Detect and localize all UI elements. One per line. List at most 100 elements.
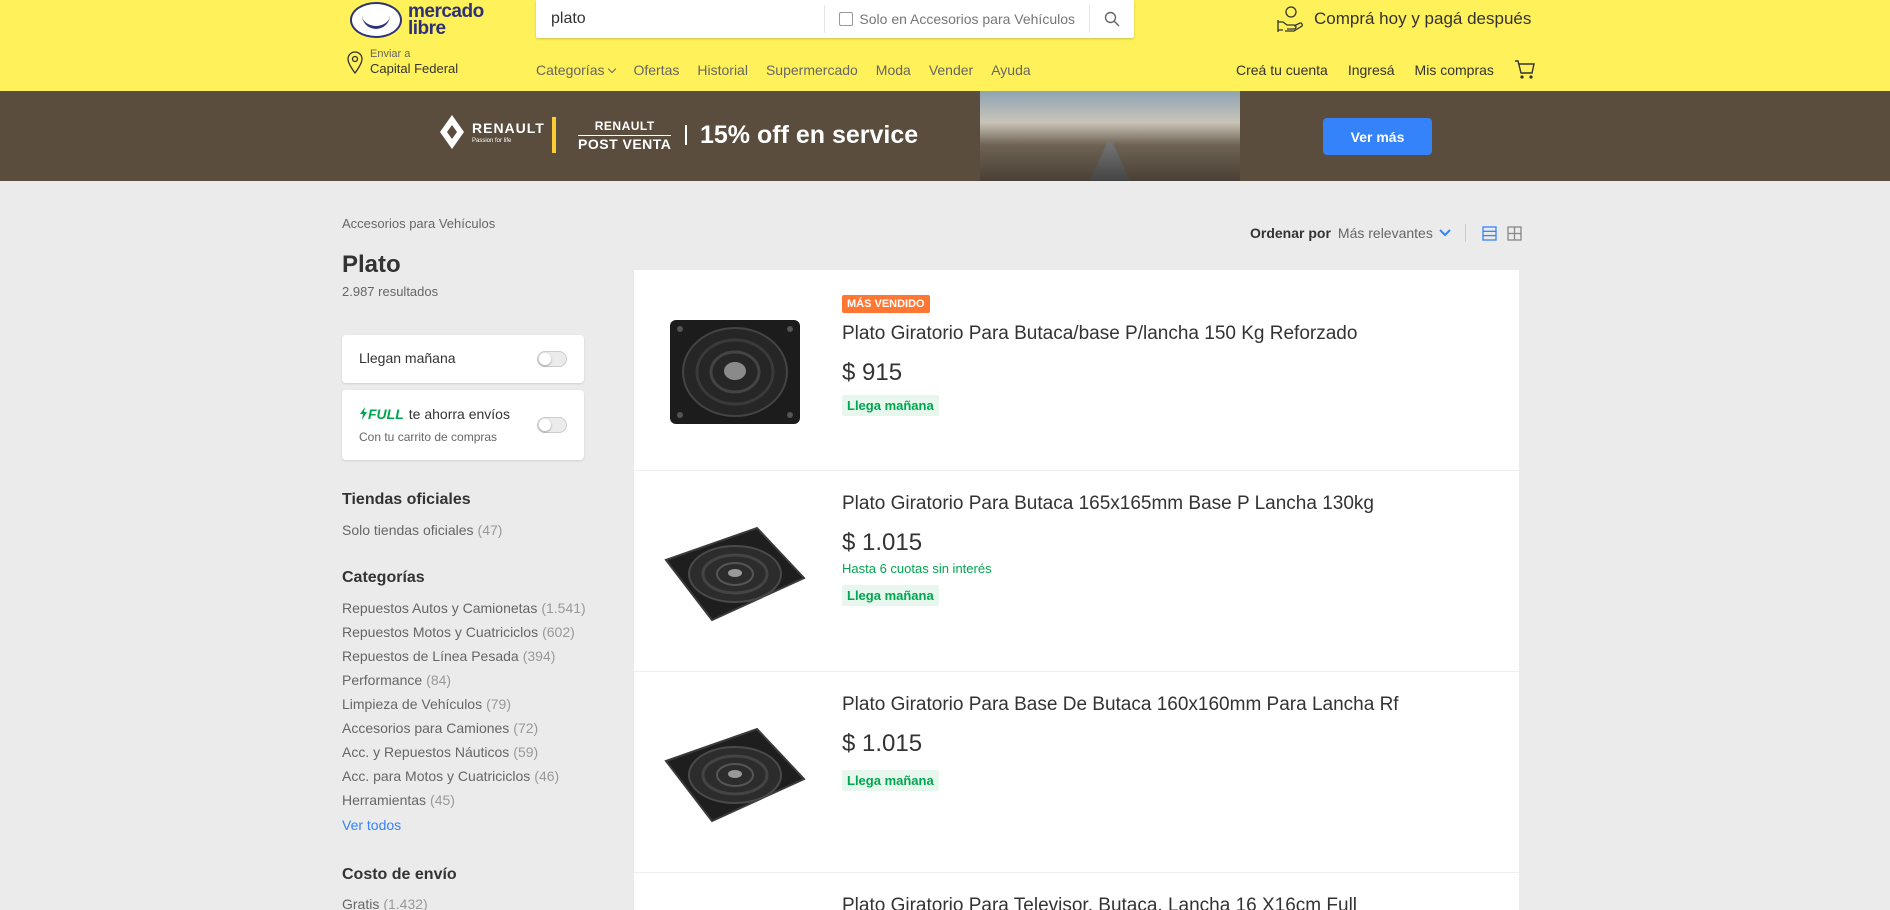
grid-view-icon[interactable] <box>1507 225 1522 241</box>
category-label: Repuestos Autos y Camionetas <box>342 600 538 616</box>
shipping-location[interactable]: Enviar a Capital Federal <box>346 48 458 77</box>
product-image[interactable] <box>660 511 810 633</box>
shipping-badge: Llega mañana <box>842 770 939 791</box>
search-input[interactable] <box>536 0 825 38</box>
category-filter-label: Solo en Accesorios para Vehículos <box>859 11 1075 27</box>
nav-categories[interactable]: Categorías <box>536 62 617 78</box>
hand-coin-icon <box>1277 6 1303 32</box>
category-item[interactable]: Repuestos Motos y Cuatriciclos (602) <box>342 620 586 644</box>
category-count: (602) <box>542 624 575 640</box>
chevron-down-icon <box>608 64 617 74</box>
item-price: $ 1.015 <box>842 529 923 556</box>
item-title[interactable]: Plato Giratorio Para Butaca/base P/lanch… <box>842 323 1357 345</box>
promo-banner[interactable]: RENAULT Passion for life RENAULT POST VE… <box>0 91 1890 181</box>
product-image[interactable] <box>660 712 810 834</box>
item-title[interactable]: Plato Giratorio Para Base De Butaca 160x… <box>842 694 1399 716</box>
renault-logo: RENAULT Passion for life <box>440 115 545 149</box>
mercadolibre-logo[interactable]: mercado libre <box>350 0 490 40</box>
category-item[interactable]: Acc. para Motos y Cuatriciclos (46) <box>342 764 586 788</box>
logo-line-2: libre <box>408 18 446 39</box>
main-nav: Categorías Ofertas Historial Supermercad… <box>536 62 1031 78</box>
shipping-cost-title: Costo de envío <box>342 866 457 883</box>
cart-icon[interactable] <box>1514 60 1536 80</box>
category-item[interactable]: Limpieza de Vehículos (79) <box>342 692 586 716</box>
chevron-down-icon[interactable] <box>1439 229 1451 237</box>
buy-now-pay-later-promo[interactable]: Comprá hoy y pagá después <box>1276 6 1531 32</box>
sort-dropdown[interactable]: Más relevantes <box>1338 225 1433 241</box>
categories-list: Repuestos Autos y Camionetas (1.541) Repu… <box>342 596 586 812</box>
filter-item-label: Gratis <box>342 896 380 910</box>
filter-free-shipping[interactable]: Gratis (1.432) <box>342 892 428 910</box>
category-label: Acc. y Repuestos Náuticos <box>342 744 510 760</box>
result-item[interactable]: MÁS VENDIDO Plato Giratorio Para Butaca/… <box>634 270 1519 471</box>
category-item[interactable]: Accesorios para Camiones (72) <box>342 716 586 740</box>
nav-categories-label: Categorías <box>536 62 605 78</box>
categories-see-all-link[interactable]: Ver todos <box>342 817 401 833</box>
category-label: Repuestos de Línea Pesada <box>342 648 519 664</box>
full-text: te ahorra envíos <box>408 406 510 422</box>
search-button[interactable] <box>1090 0 1134 38</box>
category-count: (72) <box>513 720 539 736</box>
post-venta-top: RENAULT <box>578 119 672 136</box>
category-label: Acc. para Motos y Cuatriciclos <box>342 768 531 784</box>
search-icon <box>1104 11 1120 27</box>
category-count: (394) <box>522 648 556 664</box>
category-count: (84) <box>426 672 452 688</box>
item-title[interactable]: Plato Giratorio Para Televisor, Butaca, … <box>842 895 1357 910</box>
category-item[interactable]: Repuestos Autos y Camionetas (1.541) <box>342 596 586 620</box>
filter-item-label: Solo tiendas oficiales <box>342 522 474 538</box>
brand-name: RENAULT <box>472 120 545 136</box>
category-item[interactable]: Performance (84) <box>342 668 586 692</box>
results-count: 2.987 resultados <box>342 284 439 299</box>
nav-fashion[interactable]: Moda <box>876 62 911 78</box>
official-stores-list: Solo tiendas oficiales (47) <box>342 518 502 542</box>
handshake-logo-icon <box>350 2 402 38</box>
category-item[interactable]: Herramientas (45) <box>342 788 586 812</box>
sort-bar: Ordenar por Más relevantes <box>1250 224 1522 242</box>
search-category-filter[interactable]: Solo en Accesorios para Vehículos <box>824 5 1090 33</box>
lightning-icon <box>360 407 367 420</box>
sort-label: Ordenar por <box>1250 225 1331 241</box>
shipping-badge: Llega mañana <box>842 395 939 416</box>
filter-official-stores[interactable]: Solo tiendas oficiales (47) <box>342 518 502 542</box>
result-item[interactable]: Plato Giratorio Para Butaca 165x165mm Ba… <box>634 471 1519 672</box>
item-title[interactable]: Plato Giratorio Para Butaca 165x165mm Ba… <box>842 493 1374 515</box>
nav-supermarket[interactable]: Supermercado <box>766 62 858 78</box>
item-price: $ 1.015 <box>842 730 923 757</box>
brand-tagline: Passion for life <box>472 138 512 144</box>
full-word: FULL <box>368 406 404 422</box>
login-link[interactable]: Ingresá <box>1348 62 1395 78</box>
my-purchases-link[interactable]: Mis compras <box>1415 62 1494 78</box>
nav-help[interactable]: Ayuda <box>991 62 1030 78</box>
list-view-icon[interactable] <box>1482 225 1497 241</box>
category-label: Accesorios para Camiones <box>342 720 510 736</box>
arrives-tomorrow-toggle[interactable] <box>537 351 567 367</box>
result-item[interactable]: Plato Giratorio Para Televisor, Butaca, … <box>634 873 1519 910</box>
banner-title: 15% off en service <box>700 121 919 149</box>
filter-arrives-tomorrow[interactable]: Llegan mañana <box>342 335 584 383</box>
nav-history[interactable]: Historial <box>697 62 748 78</box>
category-label: Limpieza de Vehículos <box>342 696 483 712</box>
create-account-link[interactable]: Creá tu cuenta <box>1236 62 1328 78</box>
search-bar: Solo en Accesorios para Vehículos <box>536 0 1134 38</box>
banner-see-more-button[interactable]: Ver más <box>1323 118 1432 155</box>
sort-divider <box>1464 224 1466 242</box>
category-filter-checkbox[interactable] <box>839 12 854 26</box>
product-image[interactable] <box>660 310 810 432</box>
filter-full[interactable]: FULL te ahorra envíos Con tu carrito de c… <box>342 390 584 460</box>
category-item[interactable]: Repuestos de Línea Pesada (394) <box>342 644 586 668</box>
installments-text: Hasta 6 cuotas sin interés <box>842 561 992 576</box>
nav-sell[interactable]: Vender <box>929 62 973 78</box>
category-item[interactable]: Acc. y Repuestos Náuticos (59) <box>342 740 586 764</box>
result-item[interactable]: Plato Giratorio Para Base De Butaca 160x… <box>634 672 1519 873</box>
full-toggle[interactable] <box>537 417 567 433</box>
post-venta-logo: RENAULT POST VENTA <box>578 119 672 152</box>
official-stores-title: Tiendas oficiales <box>342 491 471 508</box>
filter-item-count: (47) <box>477 522 503 538</box>
breadcrumb[interactable]: Accesorios para Vehículos <box>342 216 495 231</box>
banner-divider <box>552 117 556 153</box>
category-label: Herramientas <box>342 792 427 808</box>
category-count: (1.541) <box>541 600 586 616</box>
nav-offers[interactable]: Ofertas <box>633 62 679 78</box>
results-list: MÁS VENDIDO Plato Giratorio Para Butaca/… <box>634 270 1519 910</box>
